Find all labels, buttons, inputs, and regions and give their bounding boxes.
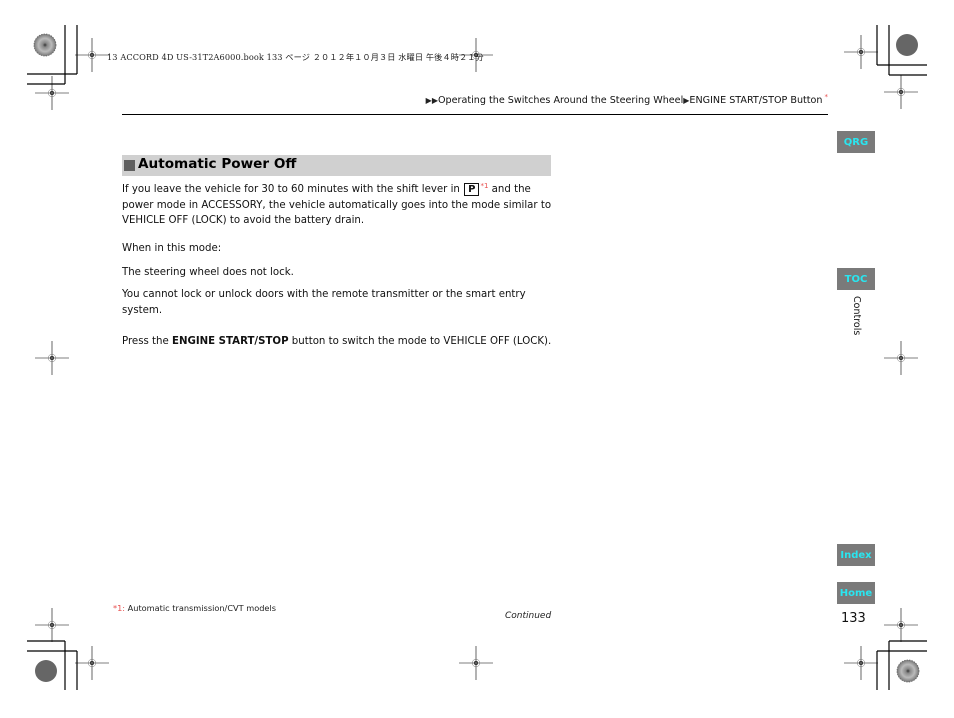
registration-crosshair-icon	[883, 607, 919, 643]
press-text-end: button to switch the mode to VEHICLE OFF…	[288, 336, 552, 347]
footnote-text: Automatic transmission/CVT models	[125, 603, 276, 613]
section-square-icon	[124, 160, 135, 171]
breadcrumb-page-link[interactable]: ENGINE START/STOP Button	[689, 95, 822, 106]
registration-crosshair-icon	[34, 340, 70, 376]
toc-tab[interactable]: TOC	[837, 268, 875, 290]
footnote: *1: Automatic transmission/CVT models	[113, 603, 276, 613]
footnote-mark: *1:	[113, 603, 126, 613]
registration-crosshair-icon	[843, 34, 879, 70]
crop-mark-top-right	[876, 25, 927, 76]
paragraph-steering: The steering wheel does not lock.	[122, 267, 294, 278]
engine-start-stop-label: ENGINE START/STOP	[172, 336, 289, 347]
paragraph-intro: If you leave the vehicle for 30 to 60 mi…	[122, 179, 562, 229]
registration-crosshair-icon	[74, 37, 110, 73]
breadcrumb: ▶▶Operating the Switches Around the Stee…	[426, 93, 828, 106]
paragraph-mode-intro: When in this mode:	[122, 243, 222, 254]
color-target-icon	[33, 33, 57, 57]
index-tab[interactable]: Index	[837, 544, 875, 566]
breadcrumb-arrows-icon: ▶▶	[425, 96, 438, 105]
crop-mark-bottom-left	[27, 640, 78, 690]
breadcrumb-marker: *	[824, 93, 829, 101]
registration-crosshair-icon	[74, 645, 110, 681]
gray-disc-icon	[35, 660, 57, 682]
color-target-icon	[896, 659, 920, 683]
crop-mark-top-left	[27, 25, 78, 85]
paragraph-press: Press the ENGINE START/STOP button to sw…	[122, 334, 572, 350]
home-tab[interactable]: Home	[837, 582, 875, 604]
crop-mark-bottom-right	[876, 640, 927, 690]
gray-disc-icon	[896, 34, 918, 56]
breadcrumb-section-link[interactable]: Operating the Switches Around the Steeri…	[438, 95, 683, 106]
page-number: 133	[841, 611, 866, 626]
chapter-label: Controls	[851, 296, 862, 336]
print-header: 13 ACCORD 4D US-31T2A6000.book 133 ページ ２…	[107, 52, 484, 62]
header-divider	[122, 114, 828, 115]
section-title: Automatic Power Off	[138, 156, 297, 172]
registration-crosshair-icon	[458, 645, 494, 681]
registration-crosshair-icon	[843, 645, 879, 681]
continued-label: Continued	[505, 611, 552, 621]
registration-crosshair-icon	[34, 607, 70, 643]
qrg-tab[interactable]: QRG	[837, 131, 875, 153]
press-text-start: Press the	[122, 336, 173, 347]
registration-crosshair-icon	[883, 74, 919, 110]
paragraph-doors: You cannot lock or unlock doors with the…	[122, 289, 526, 316]
registration-crosshair-icon	[883, 340, 919, 376]
registration-crosshair-icon	[34, 75, 70, 111]
intro-text-start: If you leave the vehicle for 30 to 60 mi…	[122, 184, 464, 195]
gear-p-icon: P	[464, 183, 480, 196]
section-heading: Automatic Power Off	[122, 155, 551, 176]
